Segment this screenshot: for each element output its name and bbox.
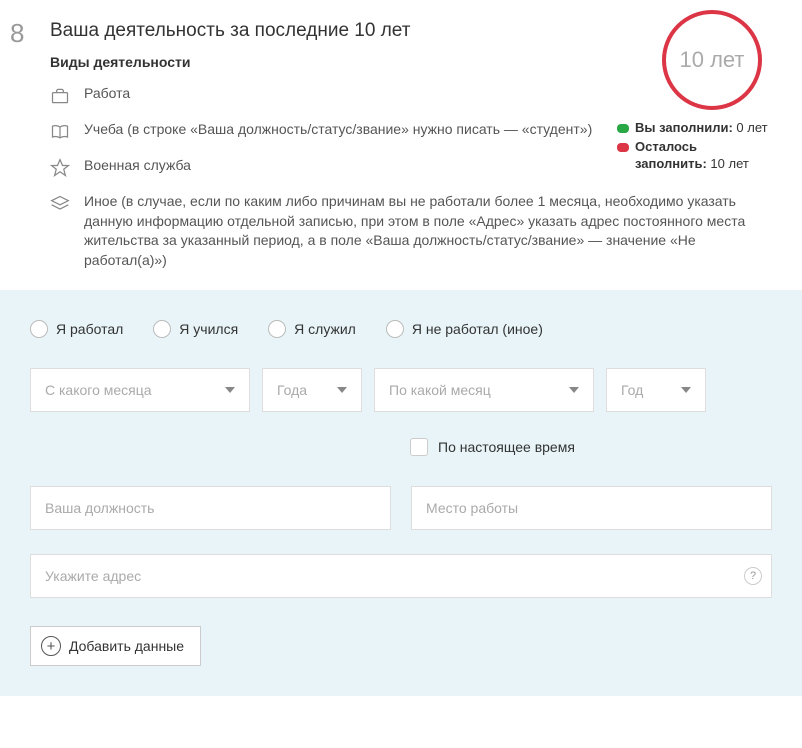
star-icon bbox=[50, 158, 70, 178]
activity-other: Иное (в случае, если по каким либо причи… bbox=[50, 192, 772, 270]
step-number: 8 bbox=[10, 18, 24, 49]
years-circle-text: 10 лет bbox=[679, 47, 744, 73]
chevron-down-icon bbox=[225, 387, 235, 393]
radio-circle-icon bbox=[386, 320, 404, 338]
chevron-down-icon bbox=[337, 387, 347, 393]
to-month-label: По какой месяц bbox=[389, 382, 491, 398]
book-icon bbox=[50, 122, 70, 142]
status-filled-label: Вы заполнили: 0 лет bbox=[635, 120, 768, 137]
status-remaining: Осталось заполнить: 10 лет bbox=[617, 139, 772, 173]
radio-served-label: Я служил bbox=[294, 321, 356, 337]
radio-worked-label: Я работал bbox=[56, 321, 123, 337]
activity-military-text: Военная служба bbox=[84, 156, 191, 176]
from-year-select[interactable]: Года bbox=[262, 368, 362, 412]
activity-list: Работа Учеба (в строке «Ваша должность/с… bbox=[50, 84, 772, 270]
from-month-label: С какого месяца bbox=[45, 382, 152, 398]
radio-circle-icon bbox=[153, 320, 171, 338]
workplace-input[interactable] bbox=[411, 486, 772, 530]
to-year-select[interactable]: Год bbox=[606, 368, 706, 412]
present-checkbox[interactable] bbox=[410, 438, 428, 456]
activity-section: 8 Ваша деятельность за последние 10 лет … bbox=[0, 0, 802, 270]
status-dot-red-icon bbox=[617, 143, 629, 152]
present-checkbox-label: По настоящее время bbox=[438, 439, 575, 455]
radio-none[interactable]: Я не работал (иное) bbox=[386, 320, 543, 338]
status-block: Вы заполнили: 0 лет Осталось заполнить: … bbox=[617, 120, 772, 175]
help-icon[interactable]: ? bbox=[744, 567, 762, 585]
activity-other-text: Иное (в случае, если по каким либо причи… bbox=[84, 192, 764, 270]
position-input[interactable] bbox=[30, 486, 391, 530]
activity-form-panel: Я работал Я учился Я служил Я не работал… bbox=[0, 290, 802, 696]
activity-work: Работа bbox=[50, 84, 772, 106]
from-year-label: Года bbox=[277, 382, 307, 398]
present-checkbox-row: По настоящее время bbox=[410, 438, 772, 456]
to-year-label: Год bbox=[621, 382, 643, 398]
radio-row: Я работал Я учился Я служил Я не работал… bbox=[30, 320, 772, 338]
chevron-down-icon bbox=[681, 387, 691, 393]
briefcase-icon bbox=[50, 86, 70, 106]
radio-circle-icon bbox=[30, 320, 48, 338]
from-month-select[interactable]: С какого месяца bbox=[30, 368, 250, 412]
radio-studied[interactable]: Я учился bbox=[153, 320, 238, 338]
radio-worked[interactable]: Я работал bbox=[30, 320, 123, 338]
activity-work-text: Работа bbox=[84, 84, 130, 104]
to-month-select[interactable]: По какой месяц bbox=[374, 368, 594, 412]
add-button-label: Добавить данные bbox=[69, 638, 184, 654]
years-circle-badge: 10 лет bbox=[662, 10, 762, 110]
layers-icon bbox=[50, 194, 70, 214]
section-title: Ваша деятельность за последние 10 лет bbox=[50, 20, 772, 42]
radio-none-label: Я не работал (иное) bbox=[412, 321, 543, 337]
activity-study-text: Учеба (в строке «Ваша должность/статус/з… bbox=[84, 120, 592, 140]
add-data-button[interactable]: + Добавить данные bbox=[30, 626, 201, 666]
chevron-down-icon bbox=[569, 387, 579, 393]
radio-circle-icon bbox=[268, 320, 286, 338]
date-selects-row: С какого месяца Года По какой месяц Год bbox=[30, 368, 772, 412]
radio-studied-label: Я учился bbox=[179, 321, 238, 337]
status-filled: Вы заполнили: 0 лет bbox=[617, 120, 772, 137]
address-input[interactable] bbox=[30, 554, 772, 598]
status-dot-green-icon bbox=[617, 124, 629, 133]
status-remaining-label: Осталось заполнить: 10 лет bbox=[635, 139, 772, 173]
address-row: ? bbox=[30, 554, 772, 598]
radio-served[interactable]: Я служил bbox=[268, 320, 356, 338]
position-workplace-row bbox=[30, 486, 772, 530]
plus-circle-icon: + bbox=[41, 636, 61, 656]
